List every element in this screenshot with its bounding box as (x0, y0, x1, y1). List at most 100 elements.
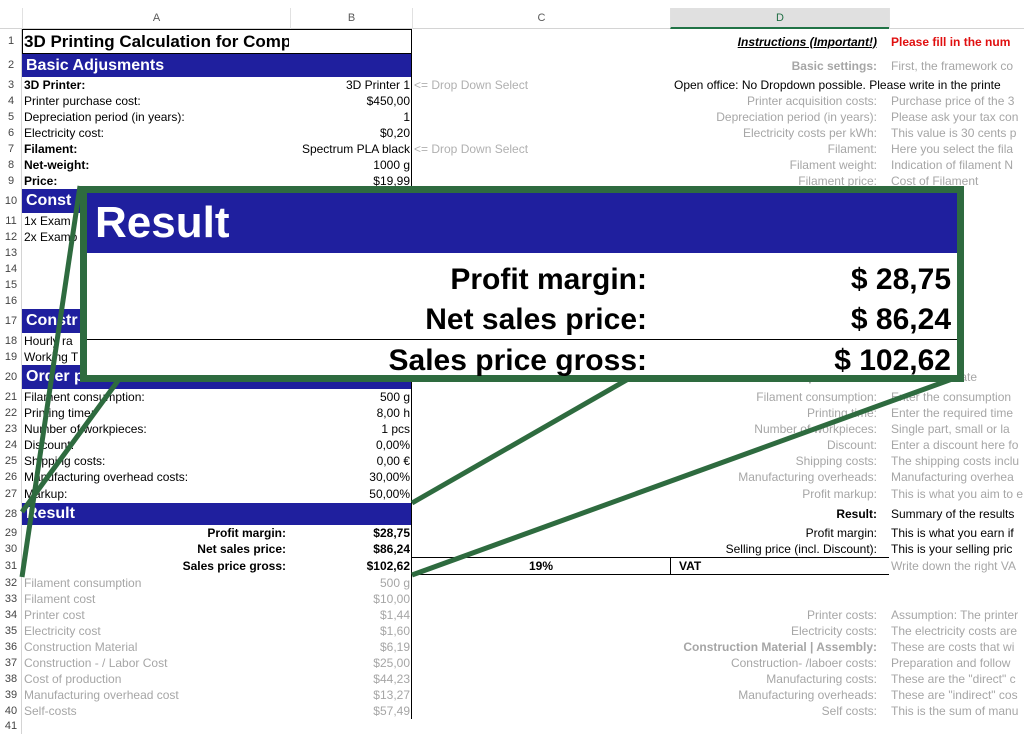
cell-a[interactable]: Electricity cost: (24, 125, 289, 141)
cell-a[interactable]: Electricity cost (24, 623, 289, 639)
cell-a[interactable]: Cost of production (24, 671, 289, 687)
cell-b[interactable]: 30,00% (290, 469, 410, 485)
cell-d[interactable]: Self costs: (672, 703, 877, 719)
cell-d[interactable] (672, 591, 877, 607)
cell-d[interactable]: Filament: (672, 141, 877, 157)
row-number[interactable]: 16 (0, 293, 22, 309)
cell-d[interactable]: Manufacturing overheads: (672, 687, 877, 703)
cell-e[interactable]: Single part, small or la (891, 421, 1024, 437)
cell-e[interactable] (891, 591, 1024, 607)
cell-a[interactable] (24, 719, 289, 734)
cell-b[interactable]: 50,00% (290, 485, 410, 503)
row-number[interactable]: 37 (0, 655, 22, 671)
cell-e[interactable]: Please fill in the num (891, 29, 1024, 54)
row-number[interactable]: 15 (0, 277, 22, 293)
row-number[interactable]: 25 (0, 453, 22, 469)
cell-e[interactable]: The shipping costs inclu (891, 453, 1024, 469)
row-number[interactable]: 8 (0, 157, 22, 173)
row-number[interactable]: 27 (0, 485, 22, 503)
cell-a[interactable]: Discount: (24, 437, 289, 453)
cell-a[interactable]: Net-weight: (24, 157, 289, 173)
row-number[interactable]: 34 (0, 607, 22, 623)
cell-a[interactable]: Number of workpieces: (24, 421, 289, 437)
row-number[interactable]: 28 (0, 503, 22, 525)
cell-a[interactable]: Printer cost (24, 607, 289, 623)
row-number[interactable]: 14 (0, 261, 22, 277)
column-header-b[interactable]: B (290, 8, 412, 29)
row-number[interactable]: 36 (0, 639, 22, 655)
cell-b[interactable]: 500 g (290, 575, 410, 591)
cell-b[interactable]: 3D Printer 1 (290, 77, 410, 93)
cell-a[interactable]: Printer purchase cost: (24, 93, 289, 109)
cell-d[interactable]: Construction- /laboer costs: (672, 655, 877, 671)
cell-b[interactable]: $102,62 (290, 557, 410, 575)
column-header-a[interactable]: A (22, 8, 290, 29)
cell-b[interactable]: 1000 g (290, 157, 410, 173)
cell-d[interactable]: Manufacturing overheads: (672, 469, 877, 485)
cell-b[interactable] (290, 54, 410, 77)
row-number[interactable]: 21 (0, 389, 22, 405)
cell-d[interactable]: Depreciation period (in years): (672, 109, 877, 125)
cell-b[interactable]: 1 (290, 109, 410, 125)
row-number[interactable]: 11 (0, 213, 22, 229)
cell-d[interactable]: Printer costs: (672, 607, 877, 623)
cell-e[interactable]: This is what you aim to e (891, 485, 1024, 503)
row-number[interactable]: 32 (0, 575, 22, 591)
cell-b[interactable] (290, 719, 410, 734)
row-number[interactable]: 22 (0, 405, 22, 421)
cell-d[interactable]: Printer acquisition costs: (672, 93, 877, 109)
cell-e[interactable]: This is the sum of manu (891, 703, 1024, 719)
row-number[interactable]: 12 (0, 229, 22, 245)
cell-d[interactable]: Open office: No Dropdown possible. Pleas… (412, 77, 1024, 93)
cell-b[interactable]: $86,24 (290, 541, 410, 557)
cell-e[interactable]: Assumption: The printer (891, 607, 1024, 623)
cell-d[interactable]: Electricity costs: (672, 623, 877, 639)
cell-d[interactable]: Profit markup: (672, 485, 877, 503)
row-number[interactable]: 17 (0, 309, 22, 333)
row-number[interactable]: 39 (0, 687, 22, 703)
cell-e[interactable]: These are costs that wi (891, 639, 1024, 655)
cell-a[interactable]: Depreciation period (in years): (24, 109, 289, 125)
cell-d[interactable]: Filament weight: (672, 157, 877, 173)
column-header-e[interactable] (889, 8, 1024, 29)
cell-d[interactable]: Basic settings: (672, 54, 877, 77)
row-number[interactable]: 41 (0, 719, 22, 734)
cell-d[interactable] (672, 719, 877, 734)
cell-e[interactable] (891, 575, 1024, 591)
cell-c-vat-rate[interactable]: 19% (412, 557, 670, 575)
cell-a[interactable]: Shipping costs: (24, 453, 289, 469)
cell-b[interactable]: $1,44 (290, 607, 410, 623)
cell-e[interactable]: Here you select the fila (891, 141, 1024, 157)
row-number[interactable]: 19 (0, 349, 22, 365)
column-header-d[interactable]: D (670, 8, 889, 29)
cell-b[interactable]: $1,60 (290, 623, 410, 639)
cell-e[interactable]: The electricity costs are (891, 623, 1024, 639)
cell-a[interactable]: Filament cost (24, 591, 289, 607)
cell-b[interactable]: 1 pcs (290, 421, 410, 437)
cell-a[interactable]: Markup: (24, 485, 289, 503)
cell-a[interactable]: Net sales price: (24, 541, 286, 557)
cell-a[interactable]: Filament consumption (24, 575, 289, 591)
row-number[interactable]: 1 (0, 29, 22, 54)
cell-e[interactable]: Preparation and follow (891, 655, 1024, 671)
cell-e[interactable]: Indication of filament N (891, 157, 1024, 173)
cell-b[interactable]: $44,23 (290, 671, 410, 687)
cell-e[interactable]: Purchase price of the 3 (891, 93, 1024, 109)
row-number[interactable]: 33 (0, 591, 22, 607)
cell-b[interactable]: 0,00 € (290, 453, 410, 469)
cell-a[interactable]: Sales price gross: (24, 557, 286, 575)
cell-d[interactable]: Discount: (672, 437, 877, 453)
cell-b[interactable] (290, 503, 410, 525)
cell-a[interactable]: Manufacturing overhead costs: (24, 469, 289, 485)
cell-b[interactable]: $28,75 (290, 525, 410, 541)
cell-a[interactable]: Printing time: (24, 405, 289, 421)
cell-e[interactable]: Please ask your tax con (891, 109, 1024, 125)
cell-b[interactable]: $13,27 (290, 687, 410, 703)
cell-d[interactable]: Printing time: (672, 405, 877, 421)
row-number[interactable]: 23 (0, 421, 22, 437)
cell-d[interactable]: Electricity costs per kWh: (672, 125, 877, 141)
cell-b[interactable]: 8,00 h (290, 405, 410, 421)
cell-b[interactable]: Spectrum PLA black (290, 141, 410, 157)
cell-e[interactable]: This is what you earn if (891, 525, 1024, 541)
cell-e[interactable]: Enter the consumption (891, 389, 1024, 405)
